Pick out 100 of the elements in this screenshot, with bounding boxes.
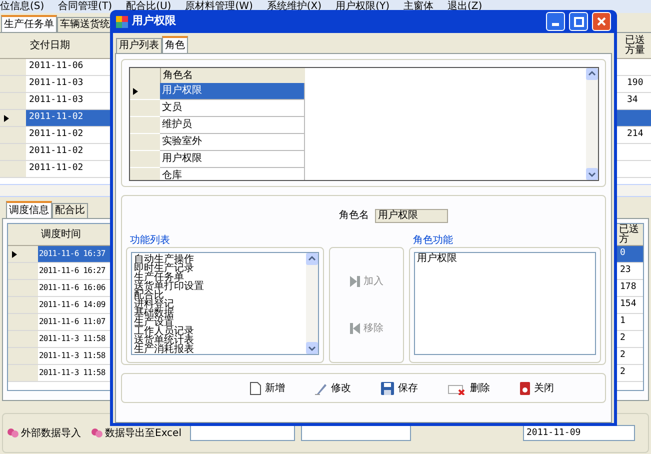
- column-header: 已送方量: [625, 36, 646, 56]
- combo-box[interactable]: [190, 425, 294, 441]
- list-item[interactable]: 自动生产操作: [134, 255, 306, 264]
- table-cell-text: 178: [620, 281, 638, 294]
- list-item[interactable]: 配合比: [134, 291, 306, 300]
- menu-item[interactable]: 用户权限(Y): [336, 0, 390, 13]
- tab[interactable]: 车辆送货统: [57, 17, 113, 32]
- tab[interactable]: 调度信息: [6, 201, 52, 218]
- role-name-field[interactable]: 用户权限: [375, 208, 448, 222]
- window-title: 用户权限: [132, 13, 177, 30]
- column-header: 角色名: [160, 68, 305, 83]
- list-item[interactable]: 送货单打印设置: [134, 282, 306, 291]
- date-picker[interactable]: 2011-11-09: [522, 425, 634, 441]
- app-icon: [116, 16, 128, 28]
- table-cell-text: 154: [620, 298, 638, 312]
- column-header: 交付日期: [29, 38, 71, 53]
- function-list[interactable]: 自动生产操作 即时生产记录 生产任务单 送货单打印设置 配合比 进料登记 基础数据 生产设置 工作人员记录 送货单统计表 生产消耗报表: [131, 252, 319, 355]
- menu-item[interactable]: 退出(Z): [447, 0, 482, 13]
- minimize-button[interactable]: [546, 12, 565, 31]
- table-row[interactable]: 用户权限: [160, 83, 305, 100]
- list-item[interactable]: 即时生产记录: [134, 264, 306, 273]
- row-pointer-icon: [12, 250, 17, 258]
- group-title: 功能列表: [129, 235, 171, 247]
- table-row[interactable]: 实验室外: [160, 134, 305, 151]
- combo-box[interactable]: [300, 425, 410, 441]
- list-item[interactable]: 生产消耗报表: [134, 345, 306, 354]
- table-cell: 2011-11-6 16:06: [38, 282, 106, 294]
- close-button[interactable]: 关闭: [520, 380, 554, 396]
- table-cell-text: 34: [626, 94, 639, 108]
- table-row[interactable]: 维护员: [160, 117, 305, 134]
- table-cell-text: 2011-11-03: [28, 94, 84, 108]
- row-header[interactable]: [8, 246, 38, 262]
- delete-button[interactable]: 删除: [448, 380, 490, 396]
- pencil-icon: [315, 382, 327, 394]
- table-cell: 2011-11-3 11:58: [38, 333, 106, 345]
- menu-item[interactable]: 主窗体: [403, 0, 434, 13]
- table-cell-text: 2011-11-02: [28, 145, 84, 158]
- skip-back-icon: [350, 323, 360, 334]
- list-item[interactable]: 基础数据: [134, 309, 306, 318]
- table-cell-text: 2011-11-03: [28, 77, 84, 90]
- maximize-icon: [574, 16, 584, 26]
- table-cell-text: 2011-11-02: [28, 111, 84, 124]
- save-button[interactable]: 保存: [381, 380, 418, 396]
- list-item[interactable]: 生产设置: [134, 318, 306, 327]
- table-cell: 2011-11-6 16:27: [38, 265, 106, 277]
- table-cell-text: 2: [620, 332, 626, 346]
- table-cell: 2011-11-6 16:37: [38, 248, 106, 260]
- menu-item[interactable]: 原材料管理(W): [185, 0, 253, 13]
- row-header[interactable]: [130, 83, 160, 100]
- document-icon: [250, 382, 261, 394]
- tab[interactable]: 配合比: [52, 203, 88, 218]
- table-cell-text: 2011-11-06: [28, 60, 84, 74]
- table-cell-text: 0: [620, 247, 626, 260]
- table-cell-text: 1: [620, 315, 626, 328]
- import-button[interactable]: 外部数据导入: [7, 426, 81, 440]
- scrollbar[interactable]: [586, 68, 598, 180]
- close-icon: [597, 17, 606, 26]
- table-cell-text: 190: [626, 77, 644, 90]
- row-header[interactable]: [0, 110, 26, 126]
- list-item[interactable]: 生产任务单: [134, 273, 306, 282]
- row-pointer-icon: [133, 88, 138, 94]
- tab[interactable]: 生产任务单: [1, 15, 57, 32]
- close-button[interactable]: [592, 12, 611, 31]
- minimize-icon: [552, 23, 559, 26]
- scroll-down-icon[interactable]: [306, 342, 318, 354]
- field-label: 角色名: [339, 209, 369, 223]
- scroll-up-icon[interactable]: [306, 253, 318, 265]
- table-row[interactable]: 仓库: [160, 168, 305, 180]
- new-button[interactable]: 新增: [250, 380, 285, 396]
- table-cell-text: 2: [620, 349, 626, 362]
- skip-forward-icon: [350, 276, 360, 287]
- exit-icon: [520, 382, 530, 394]
- group-title: 角色功能: [412, 235, 454, 247]
- header-corner: [130, 68, 160, 83]
- list-item[interactable]: 工作人员记录: [134, 327, 306, 336]
- menu-item[interactable]: 配合比(U): [126, 0, 172, 13]
- scrollbar[interactable]: [306, 253, 318, 354]
- role-function-list[interactable]: 用户权限: [414, 252, 596, 355]
- table-cell-text: 2: [620, 366, 626, 380]
- list-item[interactable]: 用户权限: [417, 253, 595, 265]
- table-cell: 2011-11-3 11:58: [38, 367, 106, 379]
- menu-item[interactable]: 位信息(S): [0, 0, 44, 13]
- list-item[interactable]: 送货单统计表: [134, 336, 306, 345]
- maximize-button[interactable]: [569, 12, 588, 31]
- row-pointer-icon: [4, 114, 9, 122]
- table-row[interactable]: 文员: [160, 100, 305, 117]
- table-cell-text: 2011-11-02: [28, 128, 84, 142]
- scroll-up-icon[interactable]: [586, 68, 598, 80]
- table-cell-text: 214: [626, 128, 644, 142]
- menu-item[interactable]: 系统维护(X): [266, 0, 322, 13]
- menu-item[interactable]: 合同管理(T): [58, 0, 112, 13]
- tab[interactable]: 用户列表: [116, 38, 162, 53]
- tab[interactable]: 角色: [162, 36, 188, 53]
- list-item[interactable]: 进料登记: [134, 300, 306, 309]
- table-cell-text: 2011-11-02: [28, 162, 84, 176]
- edit-button[interactable]: 修改: [315, 380, 351, 396]
- table-row[interactable]: 用户权限: [160, 151, 305, 168]
- table-cell: 2011-11-6 11:07: [38, 316, 106, 328]
- table-cell: 2011-11-6 14:09: [38, 299, 106, 311]
- scroll-down-icon[interactable]: [586, 168, 598, 180]
